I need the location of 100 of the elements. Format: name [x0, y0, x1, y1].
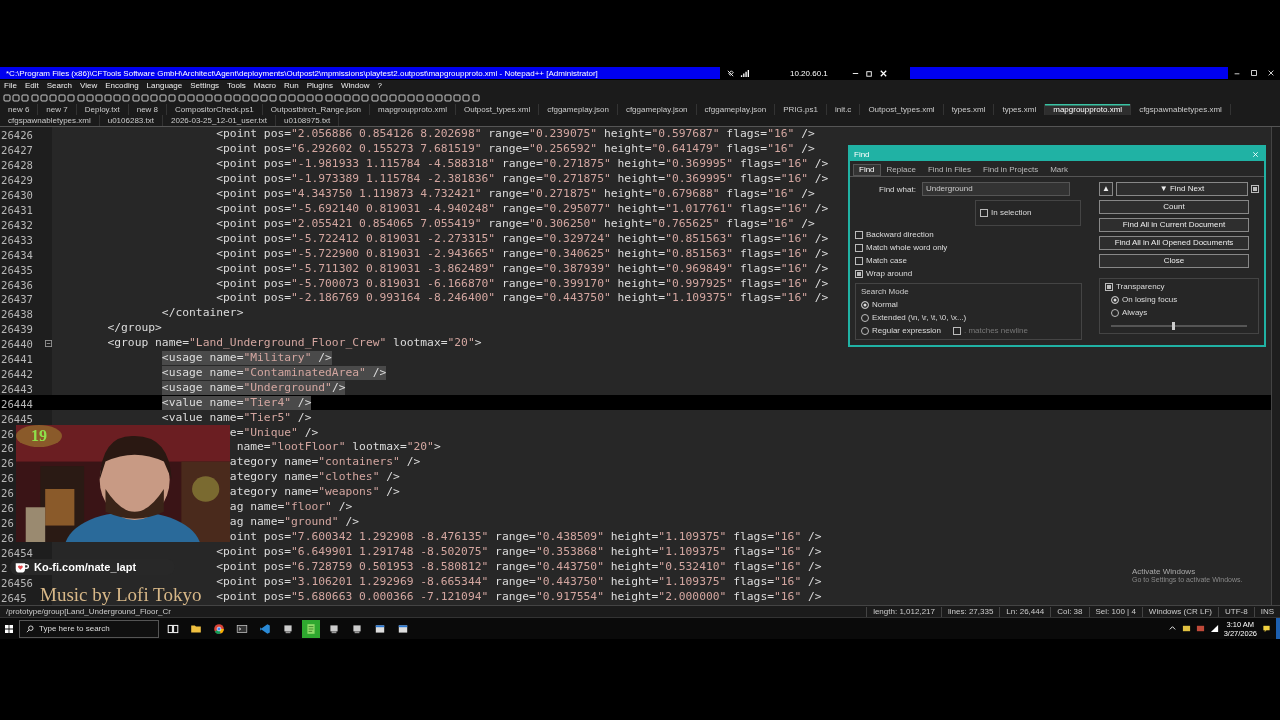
transparency-checkbox[interactable]: Transparency: [1105, 282, 1253, 292]
menu-item[interactable]: ?: [377, 81, 382, 91]
notification-icon[interactable]: [1262, 624, 1271, 633]
file-tab[interactable]: cfggameplay.json: [696, 104, 776, 115]
option-checkbox[interactable]: Backward direction: [855, 230, 1091, 240]
windows-icon[interactable]: [4, 623, 14, 634]
file-tab[interactable]: PRIG.ps1: [775, 104, 827, 115]
file-tab[interactable]: Outpost_types.xml: [860, 104, 944, 115]
file-tab[interactable]: new 8: [128, 104, 168, 115]
file-tab[interactable]: u0108975.txt: [276, 115, 340, 126]
line-number: 2: [1, 561, 8, 574]
line-number: 26: [1, 427, 14, 440]
menu-item[interactable]: Window: [340, 81, 370, 91]
signal-icon: [740, 68, 749, 78]
file-tab[interactable]: cfggameplay.json: [617, 104, 697, 115]
option-checkbox[interactable]: Wrap around: [855, 269, 1091, 279]
close-icon[interactable]: [1267, 69, 1276, 77]
code-line: <point pos="4.343750 1.119873 4.732421" range="0.271875" height="0.679688" flags="16" />: [216, 187, 815, 202]
chevron-icon[interactable]: [1167, 624, 1177, 633]
dialog-tab[interactable]: Find in Files: [921, 164, 978, 176]
file-tab[interactable]: types.xml: [943, 104, 995, 115]
menu-item[interactable]: Language: [146, 81, 183, 91]
taskbar-search[interactable]: Type here to search: [19, 619, 159, 638]
code-line: <point pos="-5.700073 0.819031 -6.166870" range="0.399170" height="0.997925" flags="16" />: [216, 276, 829, 291]
dialog-button[interactable]: Find All in All Opened Documents: [1099, 236, 1249, 250]
file-tab[interactable]: cfggameplay.json: [539, 104, 618, 115]
checkbox[interactable]: [1251, 185, 1259, 193]
line-number: 26434: [1, 248, 33, 261]
code-line: </container>: [161, 306, 244, 321]
menu-item[interactable]: Edit: [24, 81, 39, 91]
file-tab[interactable]: cfgspawnabletypes.xml: [1131, 104, 1231, 115]
fold-icon[interactable]: [44, 339, 52, 347]
status-encoding: UTF-8: [1219, 606, 1255, 617]
line-number: 26: [1, 487, 14, 500]
line-number: 26456: [1, 576, 33, 589]
file-tab[interactable]: new 7: [38, 104, 77, 115]
up-button[interactable]: ▲: [1099, 182, 1113, 196]
code-line: ategory name="containers" />: [229, 455, 421, 470]
menu-item[interactable]: Plugins: [306, 81, 333, 91]
code-line: <point pos="-5.692140 0.819031 -4.940248" range="0.295077" height="1.017761" flags="16" />: [216, 202, 829, 216]
file-tab[interactable]: CompositorCheck.ps1: [167, 104, 263, 115]
menu-item[interactable]: Macro: [253, 81, 277, 91]
dialog-tab[interactable]: Replace: [880, 164, 922, 176]
file-tab[interactable]: Outpost_types.xml: [455, 104, 540, 115]
status-path: /prototype/group[Land_Underground_Floor_Cr: [0, 606, 868, 617]
menu-item[interactable]: File: [4, 81, 17, 91]
file-tab[interactable]: new 6: [0, 104, 39, 115]
code-line: ategory name="clothes" />: [229, 470, 400, 485]
menu-item[interactable]: Encoding: [105, 81, 139, 91]
option-checkbox[interactable]: Match whole word only: [855, 243, 1091, 253]
file-tab[interactable]: mapgroupproto.xml: [1045, 104, 1132, 115]
restore-icon[interactable]: [864, 68, 874, 78]
menu-item[interactable]: Settings: [190, 81, 220, 91]
code-line: <group name="Land_Underground_Floor_Crew" lootmax="20">: [107, 336, 482, 351]
file-tab[interactable]: mapgroupproto.xml: [370, 104, 456, 115]
menu-item[interactable]: Tools: [227, 81, 246, 91]
file-tab[interactable]: Outpostbirch_Range.json: [262, 104, 371, 115]
line-number: 26442: [1, 367, 33, 380]
cup-icon: [14, 560, 29, 574]
code-line: <point pos="2.056886 0.854126 8.202698" range="0.239075" height="0.597687" flags="16" />: [216, 127, 815, 142]
restore-icon[interactable]: [1250, 69, 1258, 77]
file-tab[interactable]: Deploy.txt: [76, 104, 129, 115]
line-number: 26437: [1, 293, 33, 306]
dialog-tab[interactable]: Mark: [1044, 164, 1074, 176]
find-next-button[interactable]: ▼ Find Next: [1116, 182, 1248, 196]
code-line: oint pos="7.600342 1.292908 -8.476135" range="0.438509" height="1.109375" flags="16" />: [229, 529, 822, 544]
menu-item[interactable]: View: [80, 81, 98, 91]
notepad-icon[interactable]: [302, 619, 320, 638]
pin-icon[interactable]: [726, 68, 735, 78]
transparency-radio[interactable]: On losing focus: [1105, 295, 1253, 305]
group-title: Search Mode: [861, 287, 910, 297]
find-what-field[interactable]: Underground: [921, 182, 1070, 196]
file-tab[interactable]: u0106283.txt: [99, 115, 163, 126]
menu-item[interactable]: Run: [284, 81, 299, 91]
mode-radio[interactable]: Regular expression: [861, 326, 941, 336]
option-checkbox[interactable]: Match case: [855, 256, 1091, 266]
mode-radio[interactable]: Extended (\n, \r, \t, \0, \x...): [861, 313, 967, 323]
code-line: e="Unique" />: [229, 425, 319, 440]
mode-radio[interactable]: Normal: [861, 300, 898, 310]
code-line: <point pos="5.680663 0.000366 -7.121094" range="0.917554" height="2.000000" flags="16" />: [216, 589, 822, 604]
dialog-button[interactable]: Find All in Current Document: [1099, 218, 1249, 232]
file-tab[interactable]: cfgspawnabletypes.xml: [0, 115, 100, 126]
code-line: <point pos="2.055421 0.854065 7.055419" range="0.306250" height="0.765625" flags="16" />: [216, 216, 815, 231]
status-column: Col: 38: [1051, 606, 1090, 617]
transparency-radio[interactable]: Always: [1105, 308, 1253, 318]
code-line: ategory name="weapons" />: [229, 485, 400, 500]
close-icon[interactable]: [878, 68, 888, 78]
menu-item[interactable]: Search: [46, 81, 73, 91]
dialog-tab[interactable]: Find in Projects: [977, 164, 1045, 176]
code-line: <point pos="-2.186769 0.993164 -8.246400" range="0.443750" height="1.109375" flags="16" />: [216, 291, 829, 306]
network-icon[interactable]: [1209, 624, 1219, 633]
dialog-tab[interactable]: Find: [853, 164, 881, 176]
window-title: *C:\Program Files (x86)\CFTools Software GmbH\Architect\Agent\deployments\Outpost2\mpmissions\playtest2.outpost\mapgroupproto.xml - Notepad++ [Administrator]: [6, 68, 598, 78]
file-tab[interactable]: init.c: [826, 104, 861, 115]
scrollbar[interactable]: [1271, 127, 1280, 605]
file-tab[interactable]: 2026-03-25_12-01_user.txt: [163, 115, 277, 126]
in-selection-checkbox[interactable]: In selection: [980, 208, 1032, 218]
line-number: 26426: [1, 129, 33, 142]
dialog-button[interactable]: Count: [1099, 200, 1249, 214]
dialog-button[interactable]: Close: [1099, 254, 1249, 268]
